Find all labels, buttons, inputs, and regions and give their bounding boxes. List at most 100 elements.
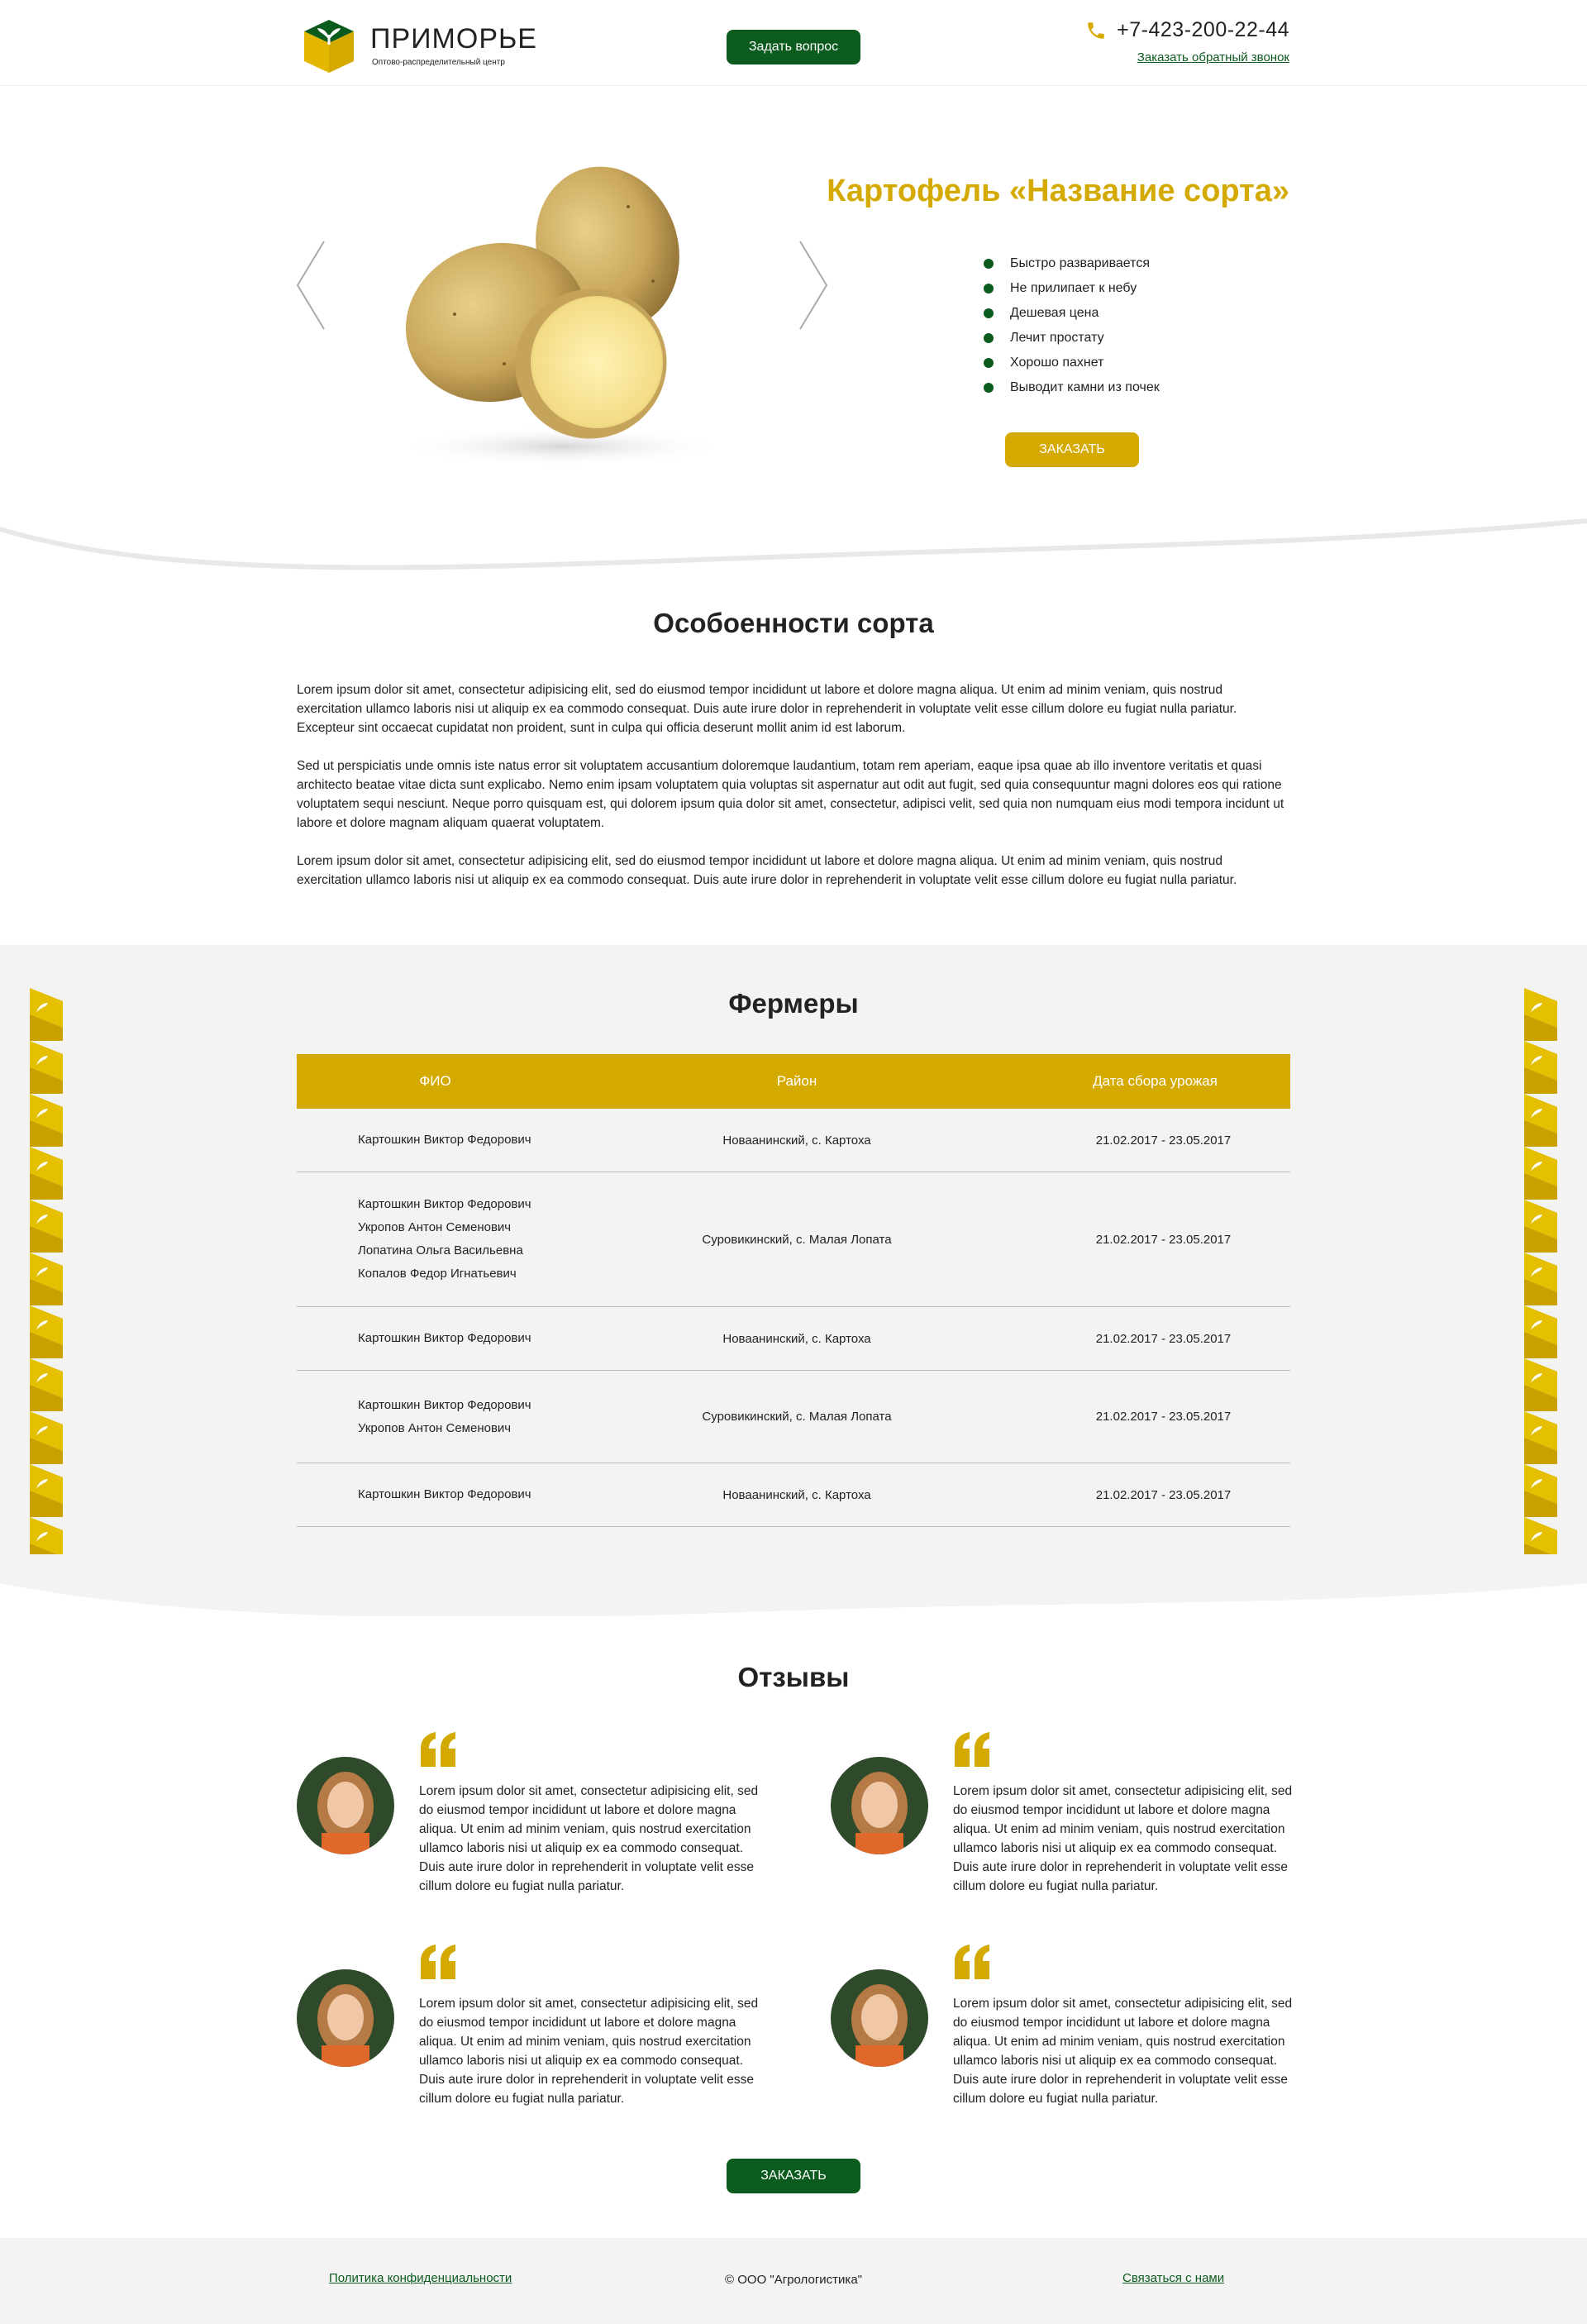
bullet-icon	[984, 358, 994, 368]
review-text: Lorem ipsum dolor sit amet, consectetur …	[419, 1997, 759, 2106]
district-cell: Новаанинский, с. Картоха	[722, 1487, 871, 1502]
district-cell: Суровикинский, с. Малая Лопата	[702, 1232, 892, 1247]
bullet-icon	[984, 308, 994, 318]
copyright-text: © ООО "Агрологистика"	[725, 2273, 862, 2287]
review-text: Lorem ipsum dolor sit amet, consectetur …	[419, 1784, 759, 1893]
review-card: Lorem ipsum dolor sit amet, consectetur …	[297, 1732, 760, 1922]
farmer-names-cell: Картошкин Виктор Федорович Укропов Антон…	[297, 1193, 574, 1286]
review-card: Lorem ipsum dolor sit amet, consectetur …	[831, 1732, 1294, 1922]
feature-item: Дешевая цена	[984, 301, 1160, 326]
feature-item: Быстро разваривается	[984, 251, 1160, 276]
table-row: Картошкин Виктор Федорович Новаанинский,…	[297, 1307, 1290, 1371]
farmer-name: Картошкин Виктор Федорович	[358, 1133, 531, 1147]
table-row: Картошкин Виктор Федорович Укропов Антон…	[297, 1371, 1290, 1463]
feature-item: Хорошо пахнет	[984, 351, 1160, 375]
product-features-list: Быстро разваривается Не прилипает к небу…	[984, 251, 1160, 400]
section-wave-divider	[0, 518, 1587, 587]
quote-icon	[421, 1732, 455, 1767]
site-header: ПРИМОРЬЕ Оптово-распределительный центр …	[0, 0, 1587, 86]
reviews-section-title: Отзывы	[737, 1662, 850, 1692]
district-cell: Новаанинский, с. Картоха	[722, 1331, 871, 1346]
reviewer-avatar	[831, 1969, 928, 2067]
privacy-policy-link[interactable]: Политика конфиденциальности	[329, 2271, 512, 2285]
feature-item: Не прилипает к небу	[984, 276, 1160, 301]
reviewer-avatar	[297, 1969, 394, 2067]
feature-label: Дешевая цена	[1010, 306, 1099, 320]
phone-text: +7-423-200-22-44	[1117, 18, 1289, 41]
bullet-icon	[984, 383, 994, 393]
farmer-name: Копалов Федор Игнатьевич	[358, 1267, 517, 1281]
variety-paragraph: Lorem ipsum dolor sit amet, consectetur …	[297, 683, 1237, 735]
feature-label: Быстро разваривается	[1010, 256, 1150, 270]
decorative-ribbon-right	[1524, 988, 1557, 1554]
review-card: Lorem ipsum dolor sit amet, consectetur …	[297, 1945, 760, 2135]
farmer-name: Картошкин Виктор Федорович	[358, 1331, 531, 1345]
dates-cell: 21.02.2017 - 23.05.2017	[1095, 1331, 1232, 1346]
district-cell: Суровикинский, с. Малая Лопата	[702, 1410, 892, 1424]
farmer-names-cell: Картошкин Виктор Федорович	[297, 1327, 574, 1350]
slider-next-arrow-icon[interactable]	[797, 240, 830, 331]
farmer-names-cell: Картошкин Виктор Федорович Укропов Антон…	[297, 1394, 574, 1440]
potato-image	[397, 166, 727, 466]
farmer-name: Лопатина Ольга Васильевна	[358, 1243, 523, 1257]
review-text: Lorem ipsum dolor sit amet, consectetur …	[953, 1997, 1293, 2106]
dates-cell: 21.02.2017 - 23.05.2017	[1095, 1133, 1232, 1148]
phone-number[interactable]: +7-423-200-22-44	[1085, 18, 1289, 42]
feature-label: Выводит камни из почек	[1010, 380, 1160, 394]
logo[interactable]: ПРИМОРЬЕ Оптово-распределительный центр	[299, 15, 536, 73]
farmers-table: ФИО Район Дата сбора урожая Картошкин Ви…	[297, 1054, 1290, 1527]
column-header-district: Район	[776, 1073, 817, 1089]
district-cell: Новаанинский, с. Картоха	[722, 1133, 871, 1148]
farmer-name: Картошкин Виктор Федорович	[358, 1397, 531, 1412]
site-footer: © ООО "Агрологистика" Политика конфиденц…	[0, 2238, 1587, 2324]
dates-cell: 21.02.2017 - 23.05.2017	[1095, 1487, 1232, 1502]
farmer-names-cell: Картошкин Виктор Федорович	[297, 1129, 574, 1152]
table-header: ФИО Район Дата сбора урожая	[297, 1054, 1290, 1109]
farmer-names-cell: Картошкин Виктор Федорович	[297, 1483, 574, 1506]
reviews-order-button[interactable]: ЗАКАЗАТЬ	[727, 2159, 860, 2193]
section-wave-divider	[0, 1583, 1587, 1641]
variety-paragraph: Sed ut perspiciatis unde omnis iste natu…	[297, 759, 1284, 830]
farmer-name: Картошкин Виктор Федорович	[358, 1197, 531, 1211]
bullet-icon	[984, 333, 994, 343]
logo-cube-icon	[304, 20, 354, 73]
review-card: Lorem ipsum dolor sit amet, consectetur …	[831, 1945, 1294, 2135]
table-row: Картошкин Виктор Федорович Новаанинский,…	[297, 1463, 1290, 1527]
farmer-name: Укропов Антон Семенович	[358, 1420, 512, 1435]
logo-subtitle: Оптово-распределительный центр	[372, 58, 505, 67]
review-text: Lorem ipsum dolor sit amet, consectetur …	[953, 1784, 1293, 1893]
variety-paragraph: Lorem ipsum dolor sit amet, consectetur …	[297, 854, 1237, 887]
column-header-dates: Дата сбора урожая	[1093, 1073, 1218, 1089]
feature-item: Лечит простату	[984, 326, 1160, 351]
product-title: Картофель «Название сорта»	[827, 174, 1289, 208]
phone-icon	[1088, 21, 1104, 39]
feature-item: Выводит камни из почек	[984, 375, 1160, 400]
column-header-name: ФИО	[419, 1073, 451, 1089]
decorative-ribbon-left	[30, 988, 63, 1554]
header-contacts: +7-423-200-22-44 Заказать обратный звоно…	[1085, 18, 1289, 65]
callback-link[interactable]: Заказать обратный звонок	[1137, 50, 1289, 64]
farmer-name: Укропов Антон Семенович	[358, 1220, 512, 1234]
quote-icon	[955, 1945, 989, 1979]
ask-question-button[interactable]: Задать вопрос	[727, 30, 860, 64]
slider-prev-arrow-icon[interactable]	[294, 240, 327, 331]
feature-label: Лечит простату	[1010, 331, 1104, 345]
bullet-icon	[984, 284, 994, 293]
bullet-icon	[984, 259, 994, 269]
feature-label: Хорошо пахнет	[1010, 356, 1104, 370]
farmers-section-title: Фермеры	[728, 988, 859, 1019]
hero-order-button[interactable]: ЗАКАЗАТЬ	[1005, 432, 1139, 467]
table-row: Картошкин Виктор Федорович Укропов Антон…	[297, 1172, 1290, 1307]
dates-cell: 21.02.2017 - 23.05.2017	[1095, 1410, 1232, 1424]
dates-cell: 21.02.2017 - 23.05.2017	[1095, 1232, 1232, 1247]
feature-label: Не прилипает к небу	[1010, 281, 1137, 295]
farmer-name: Картошкин Виктор Федорович	[358, 1487, 531, 1501]
logo-title: ПРИМОРЬЕ	[370, 23, 537, 55]
quote-icon	[955, 1732, 989, 1767]
quote-icon	[421, 1945, 455, 1979]
contact-us-link[interactable]: Связаться с нами	[1122, 2271, 1224, 2285]
table-row: Картошкин Виктор Федорович Новаанинский,…	[297, 1109, 1290, 1172]
reviewer-avatar	[297, 1757, 394, 1854]
variety-section-title: Особоенности сорта	[653, 608, 934, 638]
reviewer-avatar	[831, 1757, 928, 1854]
